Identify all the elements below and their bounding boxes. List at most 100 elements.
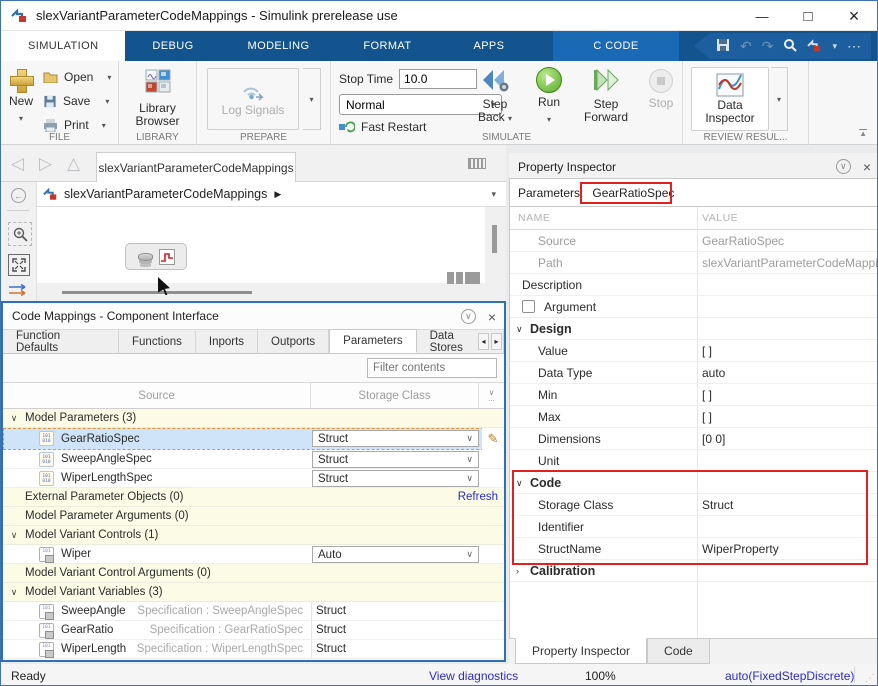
undo-icon[interactable]: ↶ — [740, 39, 752, 53]
tabs-scroll-left-icon[interactable]: ◂ — [478, 333, 489, 350]
prepare-gallery-dropdown[interactable]: ▾ — [303, 68, 321, 130]
breadcrumb-dropdown-icon[interactable]: ▾ — [491, 189, 496, 200]
stop-button[interactable]: Stop — [643, 69, 679, 110]
prop-max[interactable]: Max[ ] — [510, 406, 878, 428]
tab-format[interactable]: FORMAT — [336, 31, 438, 61]
group-model-parameter-arguments[interactable]: Model Parameter Arguments (0) — [3, 507, 504, 526]
maximize-icon[interactable]: □ — [785, 1, 831, 31]
data-inspector-button[interactable]: Data Inspector — [691, 67, 769, 131]
tab-inports[interactable]: Inports — [196, 330, 258, 353]
row-wiperlengthspec[interactable]: WiperLengthSpec Struct∨ — [3, 469, 504, 488]
nav-up-icon[interactable]: △ — [67, 154, 80, 174]
ribbon-collapse-icon[interactable]: ▲ — [859, 129, 867, 138]
print-button[interactable]: Print ▾ — [43, 118, 106, 132]
new-dropdown-icon[interactable]: ▾ — [19, 114, 23, 123]
save-button[interactable]: Save ▾ — [43, 94, 109, 108]
row-sweepangle[interactable]: SweepAngle Specification : SweepAngleSpe… — [3, 602, 504, 621]
canvas-vscrollbar[interactable] — [492, 225, 497, 253]
prop-data-type[interactable]: Data Typeauto — [510, 362, 878, 384]
group-model-parameters[interactable]: ∨ Model Parameters (3) — [3, 409, 504, 428]
panel-close-icon[interactable]: × — [488, 310, 496, 324]
solver-status[interactable]: auto(FixedStepDiscrete) — [725, 669, 854, 683]
bottom-tab-property-inspector[interactable]: Property Inspector — [515, 638, 647, 664]
qat-more-icon[interactable]: ⋯ — [847, 39, 861, 53]
edit-pencil-icon[interactable]: ✎ — [482, 428, 504, 450]
tab-apps[interactable]: APPS — [446, 31, 531, 61]
view-diagnostics-link[interactable]: View diagnostics — [429, 669, 518, 683]
tab-simulation[interactable]: SIMULATION — [1, 31, 125, 61]
storage-class-select[interactable]: Struct∨ — [312, 430, 479, 447]
simulink-model-icon[interactable] — [807, 39, 822, 54]
hide-explorer-icon[interactable]: ← — [11, 188, 26, 203]
stop-time-input[interactable] — [399, 69, 477, 89]
new-button[interactable]: New ▾ — [9, 69, 33, 126]
tab-outports[interactable]: Outports — [258, 330, 329, 353]
group-model-variant-controls[interactable]: ∨ Model Variant Controls (1) — [3, 526, 504, 545]
review-gallery-dropdown[interactable]: ▾ — [771, 67, 788, 131]
row-wiper[interactable]: Wiper Auto∨ — [3, 545, 504, 564]
column-storage-class[interactable]: Storage Class — [311, 383, 479, 408]
canvas-hscrollbar[interactable] — [62, 291, 252, 294]
row-wiperlength[interactable]: WiperLength Specification : WiperLengthS… — [3, 640, 504, 659]
library-browser-button[interactable]: Library Browser — [119, 69, 196, 128]
column-options-icon[interactable]: ∨... — [479, 383, 504, 408]
storage-class-select[interactable]: Struct∨ — [312, 470, 479, 487]
tab-function-defaults[interactable]: Function Defaults — [3, 330, 119, 353]
prop-min[interactable]: Min[ ] — [510, 384, 878, 406]
model-canvas[interactable] — [36, 207, 506, 301]
resize-grip[interactable]: ⋰ — [865, 673, 874, 684]
prop-description[interactable]: Description — [510, 274, 878, 296]
prop-storage-class[interactable]: Storage ClassStruct — [510, 494, 878, 516]
fit-to-view-icon[interactable] — [8, 254, 30, 276]
qat-dropdown-icon[interactable]: ▾ — [832, 42, 837, 51]
close-icon[interactable]: × — [831, 1, 877, 31]
breadcrumb-model[interactable]: slexVariantParameterCodeMappings — [64, 187, 267, 201]
storage-class-select[interactable]: Struct∨ — [312, 451, 479, 468]
group-model-variant-variables[interactable]: ∨ Model Variant Variables (3) — [3, 583, 504, 602]
prop-unit[interactable]: Unit — [510, 450, 878, 472]
panel-close-icon[interactable]: × — [863, 160, 871, 174]
signal-lines-icon[interactable] — [8, 284, 30, 297]
step-forward-button[interactable]: Step Forward — [577, 67, 635, 124]
column-source[interactable]: Source — [3, 383, 311, 408]
minimize-icon[interactable]: — — [739, 1, 785, 31]
nav-forward-icon[interactable]: ▷ — [39, 154, 52, 174]
tab-modeling[interactable]: MODELING — [221, 31, 337, 61]
storage-class-select[interactable]: Auto∨ — [312, 546, 479, 563]
refresh-link[interactable]: Refresh — [458, 488, 498, 507]
argument-checkbox[interactable] — [522, 300, 535, 313]
nav-back-icon[interactable]: ◁ — [11, 154, 24, 174]
zoom-icon[interactable] — [8, 222, 32, 246]
tab-debug[interactable]: DEBUG — [125, 31, 220, 61]
panel-menu-icon[interactable]: ∨ — [836, 159, 851, 174]
group-chevron-icon[interactable]: ∨ — [3, 530, 25, 541]
prop-source[interactable]: SourceGearRatioSpec — [510, 230, 878, 252]
row-gearratiospec[interactable]: GearRatioSpec Struct∨ ✎ — [3, 428, 504, 450]
tab-parameters[interactable]: Parameters — [329, 329, 416, 353]
group-model-variant-control-arguments[interactable]: Model Variant Control Arguments (0) — [3, 564, 504, 583]
save-icon[interactable] — [716, 38, 730, 54]
panel-menu-icon[interactable]: ∨ — [461, 309, 476, 324]
section-calibration[interactable]: › Calibration — [510, 560, 878, 582]
group-chevron-icon[interactable]: ∨ — [3, 413, 25, 424]
run-button[interactable]: Run ▾ — [529, 67, 569, 127]
prop-structname[interactable]: StructNameWiperProperty — [510, 538, 878, 560]
log-signals-button[interactable]: Log Signals — [207, 68, 299, 130]
breadcrumb-expand-icon[interactable]: ▶ — [274, 189, 281, 200]
document-tab[interactable]: slexVariantParameterCodeMappings — [96, 152, 296, 182]
prop-dimensions[interactable]: Dimensions[0 0] — [510, 428, 878, 450]
open-button[interactable]: Open ▾ — [43, 70, 111, 84]
section-design[interactable]: ∨ Design — [510, 318, 878, 340]
prop-identifier[interactable]: Identifier — [510, 516, 878, 538]
tabs-scroll-right-icon[interactable]: ▸ — [491, 333, 502, 350]
prop-argument[interactable]: Argument — [510, 296, 878, 318]
tab-c-code[interactable]: C CODE — [553, 31, 678, 61]
search-icon[interactable] — [783, 38, 797, 54]
step-back-button[interactable]: Step Back ▾ — [469, 67, 521, 125]
redo-icon[interactable]: ↷ — [762, 39, 774, 53]
row-gearratio[interactable]: GearRatio Specification : GearRatioSpec … — [3, 621, 504, 640]
prop-path[interactable]: PathslexVariantParameterCodeMappings — [510, 252, 878, 274]
section-code[interactable]: ∨ Code — [510, 472, 878, 494]
prop-value[interactable]: Value[ ] — [510, 340, 878, 362]
group-external-parameter-objects[interactable]: External Parameter Objects (0) Refresh — [3, 488, 504, 507]
